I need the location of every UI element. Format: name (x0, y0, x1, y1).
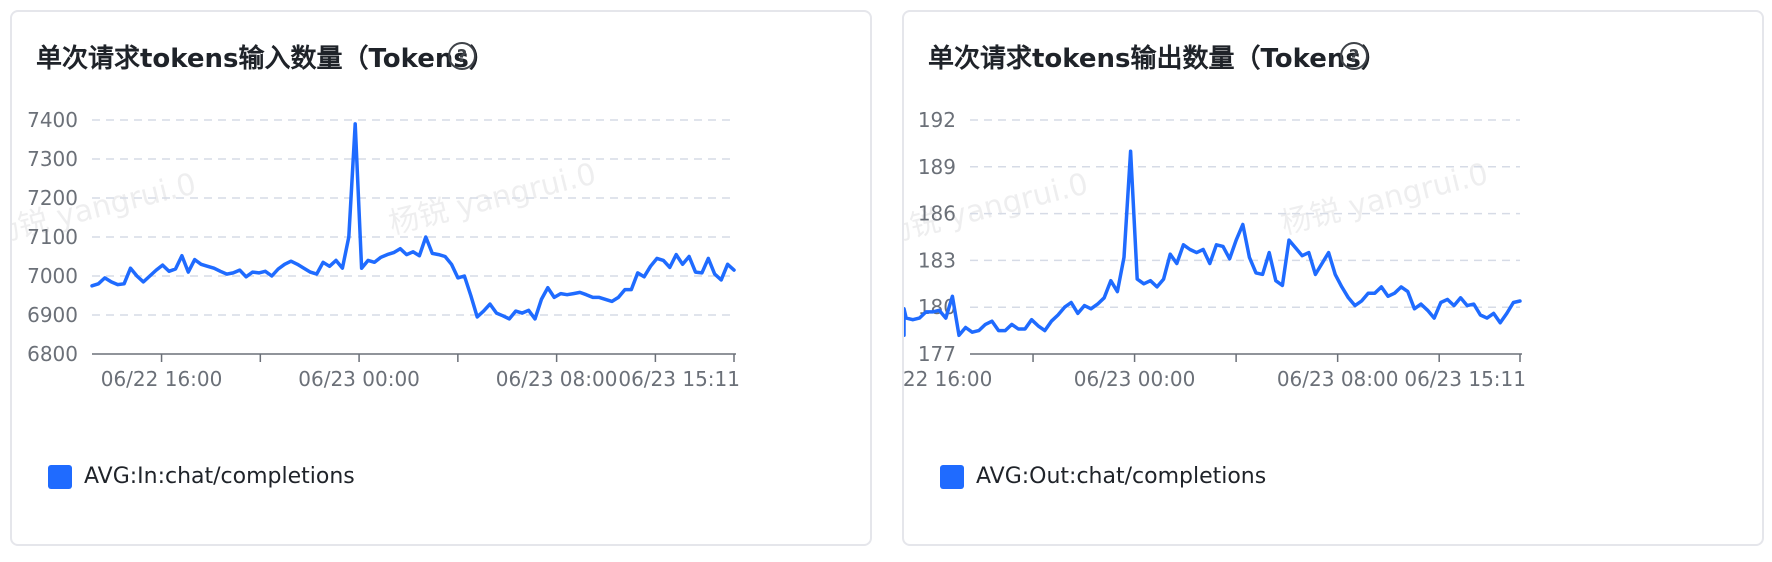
output-tokens-card: 单次请求tokens输出数量（Tokens） ? 杨锐 yangrui.0 杨锐 … (902, 10, 1764, 546)
watermark-text: 杨锐 yangrui.0 (1277, 157, 1491, 242)
y-tick-label: 6800 (27, 342, 78, 366)
chart-legend[interactable]: AVG:Out:chat/completions (940, 464, 1266, 489)
x-tick-label: 06/23 15:11 (618, 367, 740, 391)
input-tokens-card: 单次请求tokens输入数量（Tokens） ? 杨锐 yangrui.0 杨锐 … (10, 10, 872, 546)
x-tick-label: 06/22 16:00 (101, 367, 223, 391)
y-tick-label: 7100 (27, 225, 78, 249)
watermark-text: 杨锐 yangrui.0 (385, 157, 599, 242)
y-tick-label: 189 (918, 155, 956, 179)
x-tick-label: 06/23 00:00 (298, 367, 420, 391)
y-tick-label: 183 (918, 248, 956, 272)
legend-label: AVG:Out:chat/completions (976, 464, 1267, 489)
watermark: 杨锐 yangrui.0 杨锐 yangrui.0 (904, 157, 1492, 252)
legend-swatch (48, 464, 72, 489)
y-tick-label: 7000 (27, 264, 78, 288)
y-tick-label: 177 (918, 342, 956, 366)
x-tick-label: 06/23 08:00 (496, 367, 618, 391)
y-tick-label: 7400 (27, 108, 78, 132)
legend-label: AVG:In:chat/completions (84, 464, 355, 489)
x-tick-label: 06/23 00:00 (1074, 367, 1196, 391)
chart-legend[interactable]: AVG:In:chat/completions (48, 464, 355, 489)
y-tick-label: 192 (918, 108, 956, 132)
y-tick-label: 6900 (27, 303, 78, 327)
x-tick-label: 06/22 16:00 (904, 367, 992, 391)
y-tick-label: 186 (918, 202, 956, 226)
y-tick-label: 7200 (27, 186, 78, 210)
y-tick-label: 7300 (27, 147, 78, 171)
x-tick-label: 06/23 15:11 (1404, 367, 1526, 391)
legend-swatch (940, 464, 964, 489)
x-tick-label: 06/23 08:00 (1277, 367, 1399, 391)
